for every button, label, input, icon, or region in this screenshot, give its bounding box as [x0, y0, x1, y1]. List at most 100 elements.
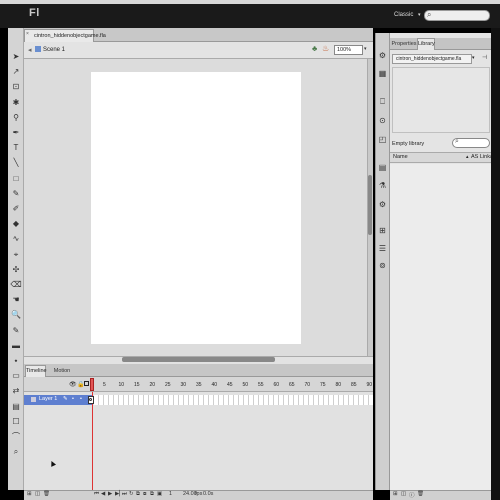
tool-button[interactable]: ✣ [9, 263, 23, 276]
column-name[interactable]: Name [393, 154, 408, 160]
frame-number: 75 [320, 382, 326, 388]
library-item-list[interactable] [390, 164, 491, 490]
tool-button[interactable]: ▭ [9, 369, 23, 382]
library-action-icon[interactable]: ⊞ [393, 491, 398, 497]
back-arrow-icon[interactable]: ◂ [28, 46, 32, 54]
tool-button[interactable]: ⊡ [9, 80, 23, 93]
document-tab[interactable]: cintron_hiddenobjectgame.fla [24, 29, 106, 42]
layer-name[interactable]: Layer 1 [39, 396, 57, 402]
frame-number: 55 [258, 382, 264, 388]
edit-scene-icon[interactable]: ♨ [322, 44, 329, 53]
tool-button[interactable]: ▤ [9, 400, 23, 413]
tool-button[interactable]: ⌫ [9, 278, 23, 291]
tool-button[interactable]: ⇄ [9, 384, 23, 397]
window-edge [491, 28, 500, 500]
help-search-input[interactable] [424, 10, 490, 21]
keyframe-dot [89, 398, 92, 401]
tool-button[interactable]: ∿ [9, 232, 23, 245]
edit-symbols-icon[interactable]: ♣ [312, 44, 317, 53]
tool-button[interactable]: ➤ [9, 50, 23, 63]
tool-button[interactable]: ☐ [9, 415, 23, 428]
frame-number: 20 [149, 382, 156, 388]
frame-number: 35 [196, 382, 202, 388]
playhead-line [92, 392, 93, 490]
library-file-select[interactable]: cintron_hiddenobjectgame.fla [392, 54, 472, 64]
library-action-icon[interactable]: ◫ [401, 491, 406, 497]
tool-button[interactable]: ⬩ [9, 354, 23, 367]
frame-number: 70 [304, 382, 311, 388]
panel-toggle-icon[interactable]: ⊞ [377, 225, 388, 236]
timeline-control-icon[interactable]: ◀ [101, 491, 105, 497]
panel-toggle-icon[interactable]: ⚗ [377, 180, 388, 191]
tool-button[interactable]: ✎ [9, 187, 23, 200]
workspace-switcher[interactable]: Classic [394, 12, 413, 18]
tool-button[interactable]: ▬ [9, 339, 23, 352]
tool-button[interactable]: ╲ [9, 156, 23, 169]
eye-icon[interactable]: 👁 [69, 381, 77, 388]
timeline-control-icon[interactable]: ⧉ [150, 491, 154, 498]
frame-number: 10 [118, 382, 125, 388]
timeline-control-icon[interactable]: 🗑 [43, 491, 50, 497]
timeline-control-icon[interactable]: ⧉ [136, 491, 140, 498]
zoom-select[interactable]: 100% [334, 45, 363, 55]
visibility-dot[interactable]: • [72, 396, 74, 402]
chevron-down-icon[interactable]: ▾ [418, 12, 421, 18]
timeline-control-icon[interactable]: ⏮ [94, 491, 99, 498]
panel-toggle-icon[interactable]: ⊙ [377, 115, 388, 126]
tab-timeline[interactable]: Timeline [25, 365, 47, 377]
fps-unit: fps [195, 491, 203, 497]
stage[interactable] [91, 72, 301, 344]
tool-button[interactable]: ◆ [9, 217, 23, 230]
panel-toggle-icon[interactable]: ☰ [377, 243, 388, 254]
tool-button[interactable]: ⌕ [9, 445, 23, 458]
playhead[interactable] [90, 378, 94, 391]
tab-library[interactable]: Library [417, 38, 435, 50]
frame-number: 85 [351, 382, 357, 388]
tool-button[interactable]: ☚ [9, 293, 23, 306]
library-action-icon[interactable]: 🗑 [417, 491, 424, 497]
tool-button[interactable]: ⌒ [9, 430, 23, 443]
frame-number: 30 [180, 382, 187, 388]
pin-icon[interactable]: ⊣ [482, 54, 487, 61]
timeline-control-icon[interactable]: ⊞ [27, 491, 32, 497]
tool-button[interactable]: 🔍 [9, 308, 23, 321]
timeline-control-icon[interactable]: ↻ [129, 491, 134, 497]
library-action-icon[interactable]: ⓘ [409, 491, 415, 499]
timeline-control-icon[interactable]: ▣ [157, 491, 162, 497]
tool-button[interactable]: ✐ [9, 202, 23, 215]
chevron-down-icon[interactable]: ▾ [364, 46, 367, 52]
frames-row[interactable] [94, 395, 373, 405]
timeline-control-icon[interactable]: ▶ [108, 491, 112, 497]
tool-button[interactable]: ✎ [9, 324, 23, 337]
elapsed-time: 0.0s [203, 491, 214, 497]
panel-toggle-icon[interactable]: ⚙ [377, 199, 388, 210]
panel-toggle-icon[interactable]: ⎕ [377, 96, 388, 107]
vertical-scroll-thumb[interactable] [368, 175, 372, 235]
panel-toggle-icon[interactable]: ◰ [377, 134, 388, 145]
pencil-icon: ✎ [63, 396, 68, 402]
sort-arrow-icon[interactable]: ▴ [466, 154, 469, 160]
tool-button[interactable]: ✒ [9, 126, 23, 139]
panel-toggle-icon[interactable]: ⚙ [377, 50, 388, 61]
panel-toggle-icon[interactable]: ▤ [377, 162, 388, 173]
close-icon[interactable]: × [26, 31, 29, 37]
tab-properties[interactable]: Properties [391, 38, 417, 50]
tool-button[interactable]: ⌖ [9, 248, 23, 261]
tool-button[interactable]: ✱ [9, 96, 23, 109]
horizontal-scroll-thumb[interactable] [122, 357, 275, 362]
timeline-control-icon[interactable]: ◫ [35, 491, 40, 497]
scene-label[interactable]: Scene 1 [43, 47, 65, 53]
lock-dot[interactable]: • [80, 396, 82, 402]
tab-motion-editor[interactable]: Motion Editor [47, 366, 77, 384]
timeline-control-icon[interactable]: ⏭ [122, 491, 127, 498]
tool-button[interactable]: T [9, 141, 23, 154]
tool-button[interactable]: ⚲ [9, 111, 23, 124]
outline-icon[interactable] [84, 381, 89, 386]
tool-button[interactable]: □ [9, 172, 23, 185]
chevron-down-icon[interactable]: ▾ [472, 55, 475, 61]
timeline-control-icon[interactable]: ⧇ [143, 491, 147, 498]
panel-toggle-icon[interactable]: ▦ [377, 68, 388, 79]
tool-button[interactable]: ↗ [9, 65, 23, 78]
search-icon: ⌕ [455, 138, 459, 145]
panel-toggle-icon[interactable]: ⊚ [377, 260, 388, 271]
